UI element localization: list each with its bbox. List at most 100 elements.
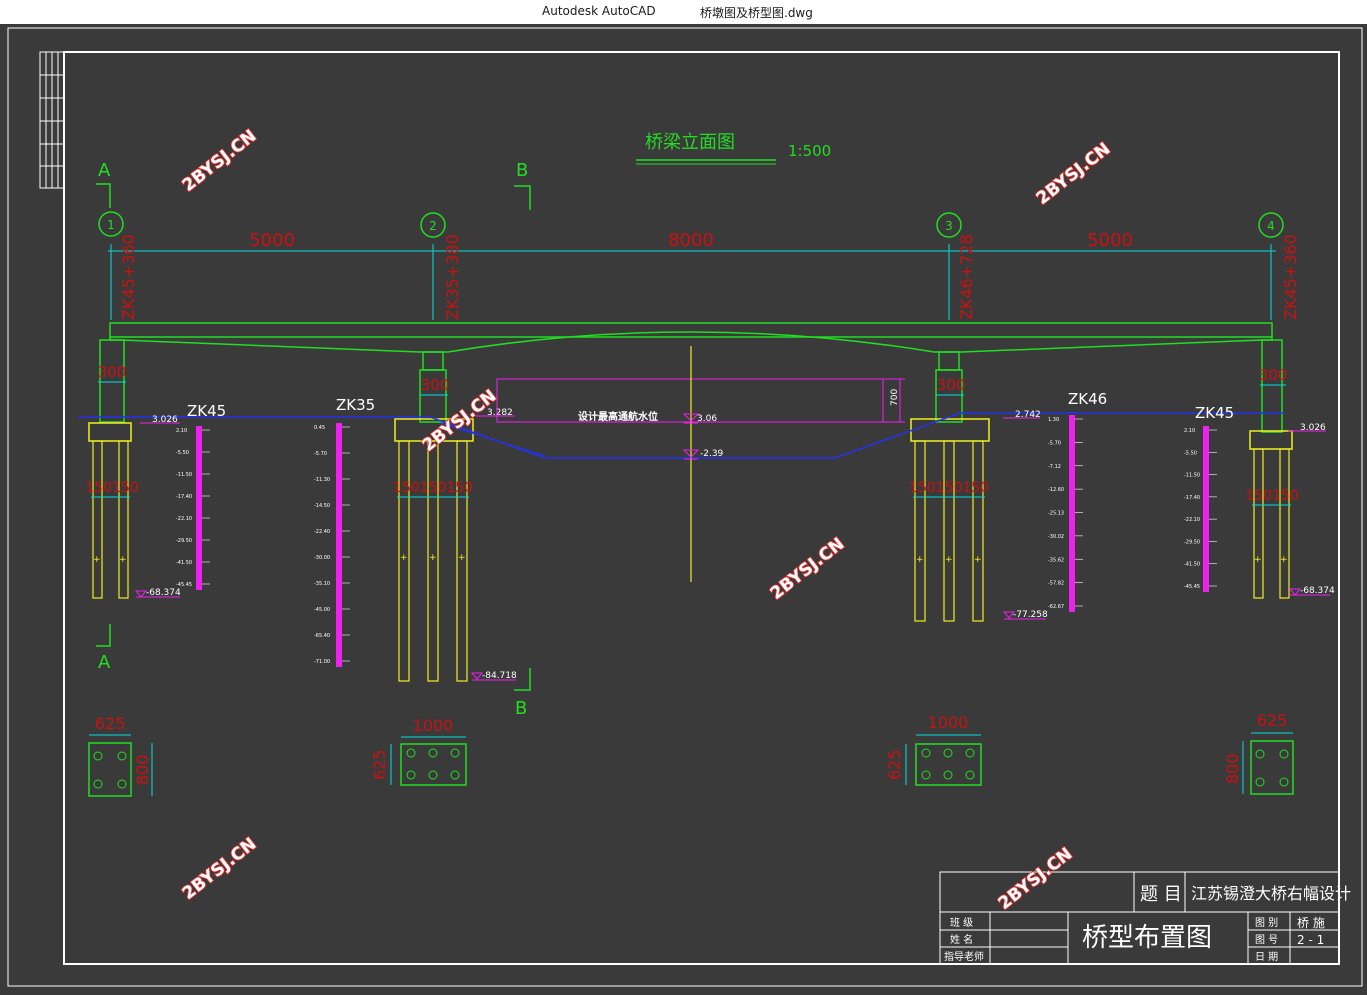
pile-tip-3: -77.258	[1002, 610, 1048, 620]
piles-1	[92, 440, 129, 599]
cad-drawing[interactable]: 桥梁立面图 1:500 A A B B 1 2 3 4 5000 8000 50…	[0, 24, 1367, 995]
borehole-depth-label: -7.12	[1048, 464, 1061, 470]
axis-2: 2	[420, 212, 446, 238]
span-label-1: 5000	[249, 230, 295, 251]
borehole-columns: 2.10 -5.50 -11.50 -17.40 -22.10 -29.50 -41.50 -…	[176, 415, 1217, 667]
borehole-name-4: ZK45	[1195, 404, 1234, 422]
binding-strip	[39, 51, 65, 189]
borehole-name-2: ZK35	[336, 396, 375, 414]
pier-width-1: 300	[98, 363, 127, 381]
borehole-depth-label: -5.70	[1048, 440, 1061, 446]
svg-text:625: 625	[1257, 711, 1288, 730]
borehole-depth-label: -5.50	[1184, 450, 1197, 456]
borehole-depth-label: -45.45	[176, 582, 192, 588]
borehole-column	[1203, 426, 1209, 592]
svg-text:-2.39: -2.39	[700, 449, 724, 459]
pier-width-3: 300	[937, 376, 966, 394]
borehole-depth-label: -29.50	[1184, 539, 1200, 545]
section-marker-a-bottom: A	[96, 624, 111, 673]
pier-width-4: 300	[1259, 366, 1288, 384]
svg-text:800: 800	[1223, 753, 1242, 784]
borehole-depth-label: -45.45	[1184, 584, 1200, 590]
borehole-depth-label: -35.10	[314, 581, 330, 587]
svg-text:+: +	[945, 555, 953, 565]
station-label-2: ZK35+380	[443, 234, 462, 320]
svg-text:2BYSJ.CN: 2BYSJ.CN	[179, 834, 261, 904]
borehole-depth-label: 1.30	[1048, 417, 1059, 423]
svg-text:B: B	[515, 698, 527, 719]
borehole-column	[196, 426, 202, 590]
navigation-clearance-box	[496, 378, 884, 423]
svg-text:625: 625	[885, 749, 904, 780]
span-label-3: 5000	[1087, 230, 1133, 251]
borehole-depth-label: 2.10	[1184, 428, 1195, 434]
date-label: 日 期	[1255, 951, 1278, 963]
water-level-mark: 3.06	[682, 413, 717, 424]
axis-1: 1	[98, 211, 124, 237]
navigation-clearance: 700	[890, 389, 900, 406]
pile-cap-4	[1249, 430, 1293, 450]
svg-text:B: B	[516, 160, 528, 181]
sheet-value: 桥 施	[1297, 916, 1325, 930]
pile-tip-4: -68.374	[1288, 586, 1335, 596]
svg-text:2BYSJ.CN: 2BYSJ.CN	[767, 534, 849, 604]
document-name: 桥墩图及桥型图.dwg	[700, 6, 813, 20]
svg-text:1000: 1000	[928, 713, 969, 732]
number-value: 2 - 1	[1297, 933, 1324, 947]
pile-tip-1: -68.374	[134, 588, 181, 598]
svg-text:2BYSJ.CN: 2BYSJ.CN	[419, 386, 501, 456]
piles-3	[914, 440, 984, 622]
borehole-depth-label: -65.40	[314, 633, 330, 639]
app-name: Autodesk AutoCAD	[542, 4, 656, 18]
axis-3: 3	[936, 212, 962, 238]
borehole-depth-label: -14.50	[314, 503, 330, 509]
svg-text:625: 625	[370, 749, 389, 780]
svg-text:800: 800	[133, 754, 152, 785]
svg-text:A: A	[98, 652, 111, 673]
station-label-1: ZK45+360	[119, 234, 138, 320]
pile-spacing-4: 150150	[1245, 488, 1298, 504]
section-marker-a-top: A	[96, 160, 111, 208]
subject-label: 题 目	[1140, 884, 1182, 905]
borehole-depth-label: -11.50	[1184, 473, 1200, 479]
svg-text:+: +	[1280, 555, 1288, 565]
borehole-depth-label: -41.50	[176, 560, 192, 566]
cap-plan-1: 625 800	[88, 714, 153, 797]
pile-spacing-2: 150150150	[393, 480, 473, 496]
svg-text:2BYSJ.CN: 2BYSJ.CN	[1033, 139, 1115, 209]
borehole-depth-label: -17.40	[1184, 495, 1200, 501]
piles-4	[1253, 448, 1290, 599]
svg-text:2BYSJ.CN: 2BYSJ.CN	[995, 844, 1077, 914]
drawing-name: 桥型布置图	[1082, 923, 1212, 953]
svg-text:-68.374: -68.374	[1300, 586, 1335, 596]
borehole-depth-label: 2.10	[176, 428, 187, 434]
borehole-depth-label: -11.50	[176, 472, 192, 478]
drawing-scale: 1:500	[788, 142, 831, 160]
svg-text:2: 2	[429, 219, 437, 233]
svg-text:+: +	[1254, 555, 1262, 565]
svg-text:+: +	[916, 555, 924, 565]
station-label-4: ZK45+360	[1281, 234, 1300, 320]
svg-text:A: A	[98, 160, 111, 181]
svg-text:+: +	[119, 555, 127, 565]
svg-text:-84.718: -84.718	[482, 671, 517, 681]
name-label: 姓 名	[950, 933, 973, 946]
navigation-water-level-label: 设计最高通航水位	[578, 410, 658, 423]
sheet-label: 图 别	[1255, 917, 1278, 929]
borehole-depth-label: -5.70	[314, 451, 327, 457]
pile-spacing-3: 150150150	[909, 480, 989, 496]
span-label-2: 8000	[668, 230, 714, 251]
borehole-depth-label: -22.40	[314, 529, 330, 535]
ground-line	[78, 412, 1285, 459]
borehole-column	[1069, 415, 1075, 612]
pier-width-dims	[98, 381, 1286, 396]
svg-text:1: 1	[107, 218, 115, 232]
svg-text:3: 3	[945, 219, 953, 233]
span-dimension	[108, 244, 1276, 320]
svg-text:+: +	[400, 553, 408, 563]
drawing-viewport[interactable]: 桥梁立面图 1:500 A A B B 1 2 3 4 5000 8000 50…	[0, 24, 1367, 995]
borehole-depth-label: -35.62	[1048, 557, 1064, 563]
borehole-depth-label: -11.30	[314, 477, 330, 483]
svg-text:-77.258: -77.258	[1013, 610, 1048, 620]
svg-text:-68.374: -68.374	[146, 588, 181, 598]
